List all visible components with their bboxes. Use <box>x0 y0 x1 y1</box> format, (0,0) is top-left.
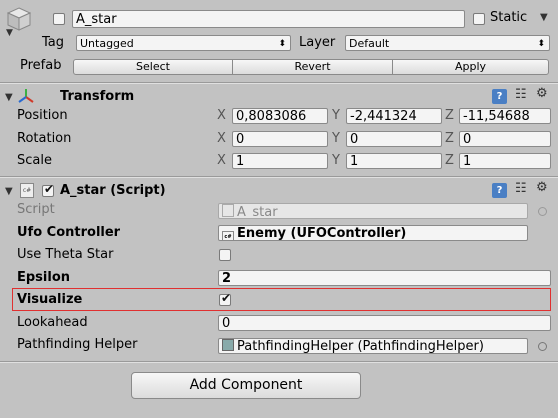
rotation-z-field[interactable]: 0 <box>459 131 551 147</box>
scale-z-axis-label: Z <box>445 153 454 168</box>
prefab-revert-button[interactable]: Revert <box>232 59 393 75</box>
rotation-x-axis-label: X <box>217 131 226 146</box>
static-checkbox[interactable] <box>473 13 485 25</box>
script-file-icon: c# <box>20 183 34 198</box>
transform-settings-gear-icon[interactable]: ⚙ <box>536 86 548 101</box>
position-z-axis-label: Z <box>445 108 454 123</box>
layer-value: Default <box>349 37 390 50</box>
epsilon-label: Epsilon <box>17 270 71 285</box>
script-object-picker-icon <box>538 207 547 216</box>
script-enabled-checkbox[interactable]: ✔ <box>42 182 55 197</box>
dropdown-arrows-icon: ⬍ <box>278 39 286 49</box>
helper-object-icon <box>222 339 234 351</box>
rotation-label: Rotation <box>17 131 72 146</box>
layer-label: Layer <box>299 35 336 50</box>
pathfinding-helper-field[interactable]: PathfindingHelper (PathfindingHelper) <box>218 338 528 354</box>
layer-dropdown[interactable]: Default ⬍ <box>345 35 550 51</box>
dropdown-arrows-icon: ⬍ <box>537 39 545 49</box>
epsilon-field[interactable]: 2 <box>218 270 551 286</box>
pathfinding-helper-label: Pathfinding Helper <box>17 337 138 352</box>
scale-z-field[interactable]: 1 <box>459 153 551 169</box>
visualize-highlight <box>12 288 551 311</box>
visualize-label: Visualize <box>17 292 83 307</box>
script-field: A_star <box>218 203 528 219</box>
transform-axes-icon <box>17 87 35 105</box>
transform-title: Transform <box>60 89 135 104</box>
transform-help-icon[interactable]: ? <box>492 89 507 104</box>
scale-y-field[interactable]: 1 <box>346 153 442 169</box>
helper-object-picker-icon[interactable] <box>538 342 547 351</box>
static-label: Static <box>490 10 528 25</box>
position-y-field[interactable]: -2,441324 <box>346 108 442 124</box>
prefab-select-button[interactable]: Select <box>73 59 233 75</box>
checkmark-icon: ✔ <box>44 182 55 196</box>
static-dropdown-icon[interactable]: ▼ <box>540 12 548 23</box>
scale-x-axis-label: X <box>217 153 226 168</box>
script-help-icon[interactable]: ? <box>492 183 507 198</box>
use-theta-star-checkbox[interactable] <box>219 249 231 261</box>
transform-presets-icon[interactable]: ☷ <box>515 87 527 102</box>
rotation-z-axis-label: Z <box>445 131 454 146</box>
script-label: Script <box>17 202 55 217</box>
position-label: Position <box>17 108 68 123</box>
active-checkbox[interactable] <box>53 13 65 25</box>
ufo-controller-field[interactable]: c# Enemy (UFOController) <box>218 225 528 241</box>
ufo-controller-label: Ufo Controller <box>17 225 121 240</box>
divider <box>0 83 558 84</box>
script-asset-icon <box>222 204 234 217</box>
name-field[interactable]: A_star <box>72 10 465 28</box>
tag-value: Untagged <box>80 37 134 50</box>
transform-foldout-arrow-icon[interactable]: ▼ <box>5 92 13 103</box>
tag-label: Tag <box>42 35 65 50</box>
scale-x-field[interactable]: 1 <box>232 153 328 169</box>
script-settings-gear-icon[interactable]: ⚙ <box>536 180 548 195</box>
position-x-field[interactable]: 0,8083086 <box>232 108 328 124</box>
script-component-title: A_star (Script) <box>60 183 166 198</box>
position-y-axis-label: Y <box>332 108 340 123</box>
scale-label: Scale <box>17 153 52 168</box>
use-theta-star-label: Use Theta Star <box>17 247 114 262</box>
tag-dropdown[interactable]: Untagged ⬍ <box>76 35 291 51</box>
script-value: A_star <box>237 205 278 219</box>
position-z-field[interactable]: -11,54688 <box>459 108 551 124</box>
prefab-label: Prefab <box>20 58 62 73</box>
rotation-x-field[interactable]: 0 <box>232 131 328 147</box>
script-foldout-arrow-icon[interactable]: ▼ <box>5 186 13 197</box>
checkmark-icon: ✔ <box>221 291 232 305</box>
divider <box>0 177 558 178</box>
ufo-controller-value: Enemy (UFOController) <box>237 226 407 241</box>
icon-dropdown-arrow-icon[interactable]: ▼ <box>6 28 13 38</box>
prefab-apply-button[interactable]: Apply <box>392 59 549 75</box>
position-x-axis-label: X <box>217 108 226 123</box>
ufo-script-icon: c# <box>222 231 234 240</box>
divider <box>0 362 558 363</box>
script-presets-icon[interactable]: ☷ <box>515 181 527 196</box>
lookahead-field[interactable]: 0 <box>218 315 551 331</box>
visualize-checkbox[interactable]: ✔ <box>219 291 232 306</box>
add-component-button[interactable]: Add Component <box>131 372 361 399</box>
pathfinding-helper-value: PathfindingHelper (PathfindingHelper) <box>237 339 484 354</box>
lookahead-label: Lookahead <box>17 315 88 330</box>
scale-y-axis-label: Y <box>332 153 340 168</box>
rotation-y-axis-label: Y <box>332 131 340 146</box>
rotation-y-field[interactable]: 0 <box>346 131 442 147</box>
